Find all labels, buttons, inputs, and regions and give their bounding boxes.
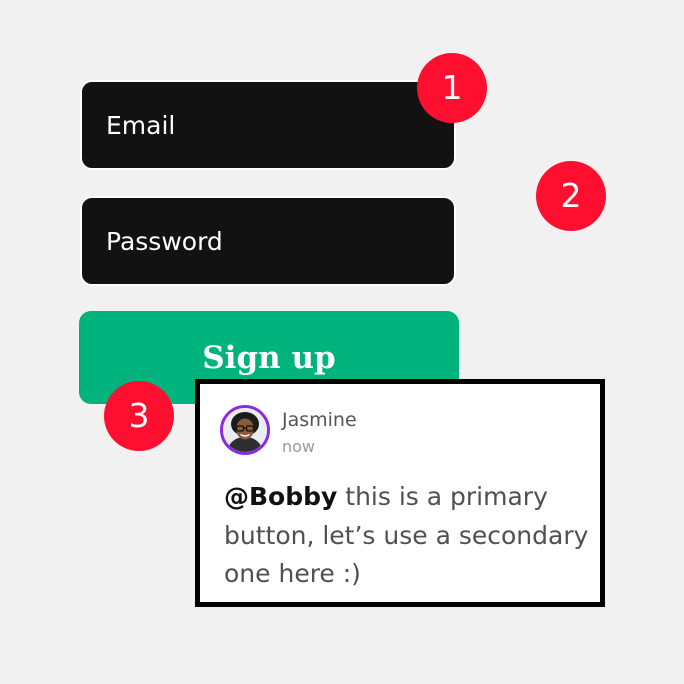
user-avatar-icon [223, 408, 267, 452]
comment-text: @Bobby this is a primary button, let’s u… [224, 478, 594, 594]
password-field[interactable]: Password [80, 196, 456, 286]
sign-up-button-label: Sign up [202, 340, 336, 376]
comment-mention[interactable]: @Bobby [224, 482, 337, 511]
annotation-marker-2[interactable]: 2 [536, 161, 606, 231]
comment-timestamp: now [282, 437, 316, 456]
email-field[interactable]: Email [80, 80, 456, 170]
email-field-label: Email [106, 110, 176, 140]
annotation-marker-3[interactable]: 3 [104, 381, 174, 451]
comment-card: Jasmine now @Bobby this is a primary but… [195, 379, 605, 607]
password-field-label: Password [106, 226, 223, 256]
avatar [220, 405, 270, 455]
annotation-marker-1[interactable]: 1 [417, 53, 487, 123]
comment-author: Jasmine [282, 409, 357, 431]
